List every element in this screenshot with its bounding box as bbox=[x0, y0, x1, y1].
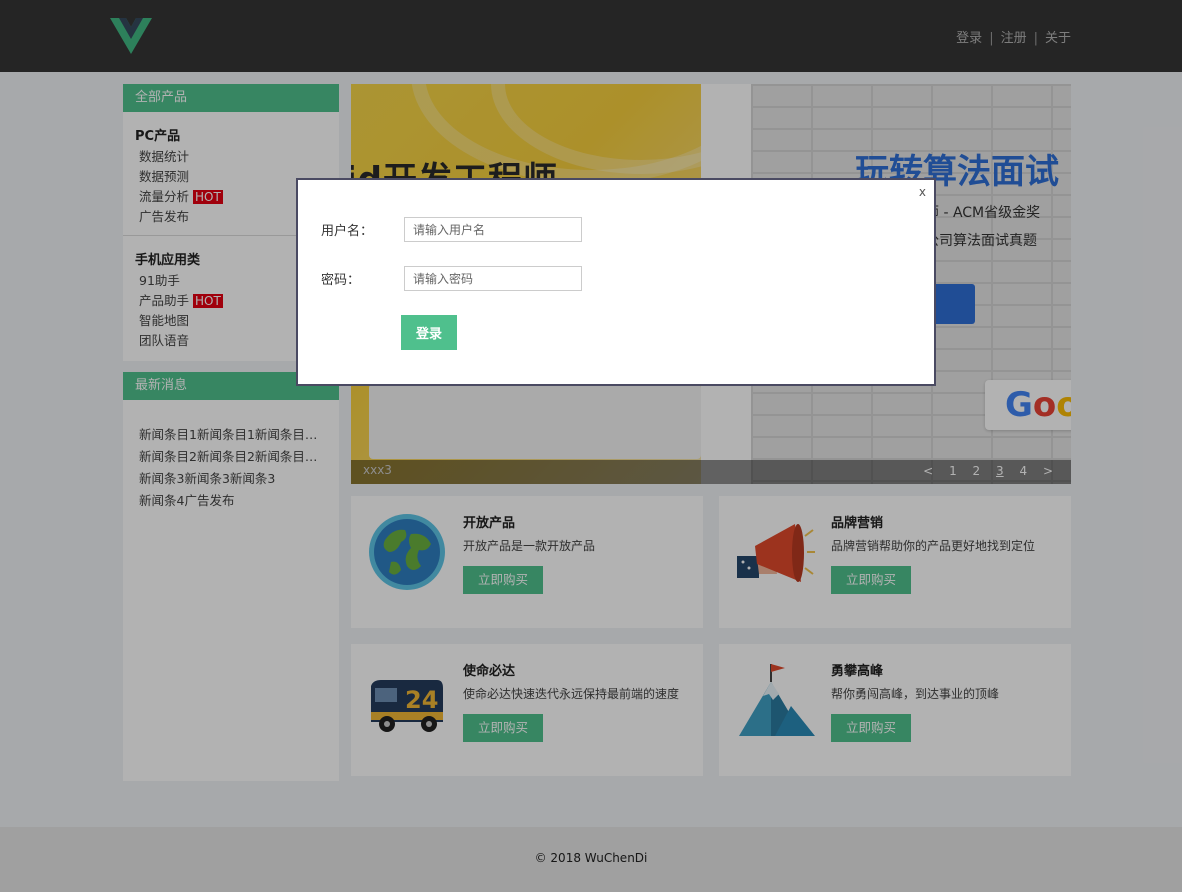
modal-backdrop[interactable] bbox=[0, 0, 1182, 892]
username-label: 用户名： bbox=[321, 224, 374, 239]
login-submit-button[interactable]: 登录 bbox=[401, 315, 457, 350]
password-label: 密码： bbox=[321, 273, 361, 288]
password-input[interactable] bbox=[404, 266, 582, 291]
login-dialog: x 用户名： 密码： 登录 bbox=[296, 178, 936, 386]
close-icon[interactable]: x bbox=[919, 185, 926, 199]
username-input[interactable] bbox=[404, 217, 582, 242]
